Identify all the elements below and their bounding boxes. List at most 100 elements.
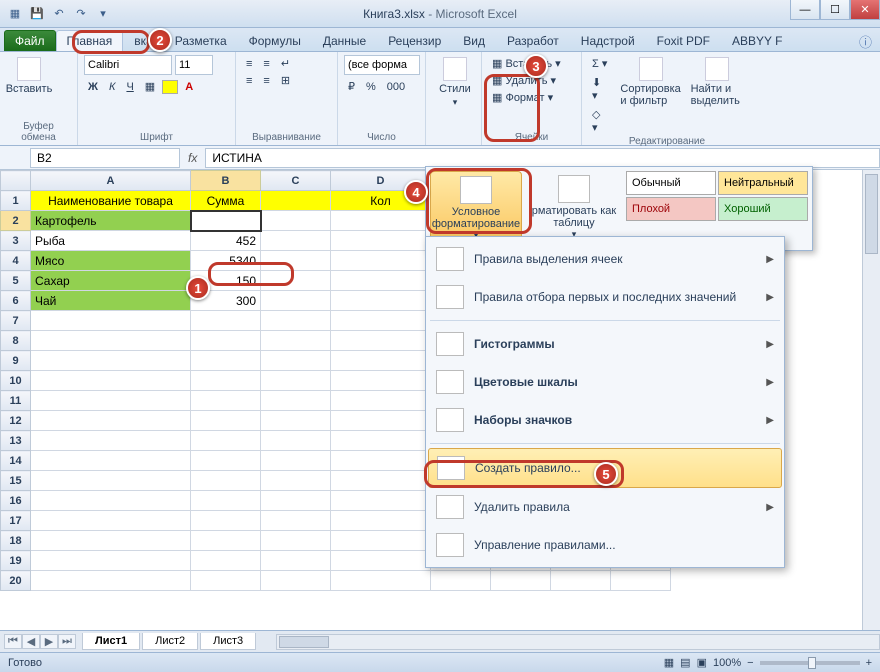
sheet-nav-buttons[interactable]: ⏮◀▶⏭: [0, 634, 80, 649]
cell-A4[interactable]: Мясо: [31, 251, 191, 271]
cell-A13[interactable]: [31, 431, 191, 451]
align-mid-button[interactable]: ≡: [259, 56, 273, 72]
cell-D4[interactable]: [331, 251, 431, 271]
tab-foxit[interactable]: Foxit PDF: [646, 30, 721, 51]
fx-icon[interactable]: fx: [180, 151, 205, 165]
tab-data[interactable]: Данные: [312, 30, 377, 51]
vertical-scrollbar[interactable]: [862, 170, 880, 630]
cell-A17[interactable]: [31, 511, 191, 531]
row-header-2[interactable]: 2: [1, 211, 31, 231]
style-bad[interactable]: Плохой: [626, 197, 716, 221]
row-header-3[interactable]: 3: [1, 231, 31, 251]
cell-C11[interactable]: [261, 391, 331, 411]
cell-D10[interactable]: [331, 371, 431, 391]
row-header-8[interactable]: 8: [1, 331, 31, 351]
merge-button[interactable]: ⊞: [277, 72, 294, 89]
cell-C19[interactable]: [261, 551, 331, 571]
row-header-6[interactable]: 6: [1, 291, 31, 311]
zoom-out-button[interactable]: −: [747, 657, 753, 669]
row-header-11[interactable]: 11: [1, 391, 31, 411]
row-header-13[interactable]: 13: [1, 431, 31, 451]
cell-D8[interactable]: [331, 331, 431, 351]
close-button[interactable]: ✕: [850, 0, 880, 20]
tab-formulas[interactable]: Формулы: [238, 30, 312, 51]
cell-C9[interactable]: [261, 351, 331, 371]
cell-A7[interactable]: [31, 311, 191, 331]
save-icon[interactable]: 💾: [28, 5, 46, 23]
tab-review[interactable]: Рецензир: [377, 30, 452, 51]
cell-B7[interactable]: [191, 311, 261, 331]
italic-button[interactable]: К: [105, 79, 119, 95]
row-header-4[interactable]: 4: [1, 251, 31, 271]
cell-B1[interactable]: Сумма: [191, 191, 261, 211]
cell-C2[interactable]: [261, 211, 331, 231]
cell-E20[interactable]: [431, 571, 491, 591]
number-format-combo[interactable]: (все форма: [344, 55, 420, 75]
cell-B18[interactable]: [191, 531, 261, 551]
row-header-1[interactable]: 1: [1, 191, 31, 211]
cell-A10[interactable]: [31, 371, 191, 391]
font-size-combo[interactable]: 11: [175, 55, 213, 75]
cell-A6[interactable]: Чай: [31, 291, 191, 311]
cell-A14[interactable]: [31, 451, 191, 471]
find-select-button[interactable]: Найти и выделить: [689, 55, 746, 136]
align-center-button[interactable]: ≡: [259, 73, 273, 89]
cell-D16[interactable]: [331, 491, 431, 511]
cell-A5[interactable]: Сахар: [31, 271, 191, 291]
cell-C10[interactable]: [261, 371, 331, 391]
cell-C16[interactable]: [261, 491, 331, 511]
cell-C7[interactable]: [261, 311, 331, 331]
cell-H20[interactable]: [611, 571, 671, 591]
cell-B4[interactable]: 5340: [191, 251, 261, 271]
cell-B20[interactable]: [191, 571, 261, 591]
sheet-tab-2[interactable]: Лист2: [142, 633, 198, 650]
zoom-slider[interactable]: [760, 661, 860, 665]
tab-home[interactable]: Главная: [56, 30, 124, 51]
sheet-tab-1[interactable]: Лист1: [82, 633, 140, 650]
format-cells-button[interactable]: ▦ Формат ▾: [488, 89, 575, 106]
cell-C12[interactable]: [261, 411, 331, 431]
fill-color-button[interactable]: [162, 80, 178, 94]
cell-C13[interactable]: [261, 431, 331, 451]
autosum-button[interactable]: Σ ▾: [588, 55, 613, 72]
tab-developer[interactable]: Разработ: [496, 30, 570, 51]
cf-color-scales[interactable]: Цветовые шкалы▶: [428, 363, 782, 401]
zoom-in-button[interactable]: +: [866, 657, 872, 669]
cf-highlight-rules[interactable]: Правила выделения ячеек▶: [428, 240, 782, 278]
cell-D5[interactable]: [331, 271, 431, 291]
comma-button[interactable]: 000: [383, 79, 409, 95]
minimize-button[interactable]: —: [790, 0, 820, 20]
row-header-10[interactable]: 10: [1, 371, 31, 391]
underline-button[interactable]: Ч: [122, 79, 137, 95]
maximize-button[interactable]: ☐: [820, 0, 850, 20]
percent-button[interactable]: %: [362, 79, 380, 95]
paste-button[interactable]: Вставить: [6, 55, 52, 97]
tab-addins[interactable]: Надстрой: [570, 30, 646, 51]
align-left-button[interactable]: ≡: [242, 73, 256, 89]
view-layout-icon[interactable]: ▤: [680, 656, 690, 669]
cell-A9[interactable]: [31, 351, 191, 371]
cell-C15[interactable]: [261, 471, 331, 491]
style-neutral[interactable]: Нейтральный: [718, 171, 808, 195]
cell-B14[interactable]: [191, 451, 261, 471]
cell-C8[interactable]: [261, 331, 331, 351]
wrap-button[interactable]: ↵: [277, 55, 294, 72]
cell-A16[interactable]: [31, 491, 191, 511]
cell-A19[interactable]: [31, 551, 191, 571]
row-header-14[interactable]: 14: [1, 451, 31, 471]
cell-D15[interactable]: [331, 471, 431, 491]
border-button[interactable]: ▦: [141, 78, 159, 95]
cell-B9[interactable]: [191, 351, 261, 371]
align-top-button[interactable]: ≡: [242, 56, 256, 72]
zoom-thumb[interactable]: [808, 657, 816, 669]
cell-D11[interactable]: [331, 391, 431, 411]
cf-clear-rules[interactable]: Удалить правила▶: [428, 488, 782, 526]
row-header-16[interactable]: 16: [1, 491, 31, 511]
cell-D2[interactable]: [331, 211, 431, 231]
cell-B10[interactable]: [191, 371, 261, 391]
horizontal-scrollbar[interactable]: [276, 634, 880, 650]
cell-A3[interactable]: Рыба: [31, 231, 191, 251]
cell-D13[interactable]: [331, 431, 431, 451]
sort-filter-button[interactable]: Сортировка и фильтр: [619, 55, 683, 136]
view-pagebreak-icon[interactable]: ▣: [697, 656, 707, 669]
